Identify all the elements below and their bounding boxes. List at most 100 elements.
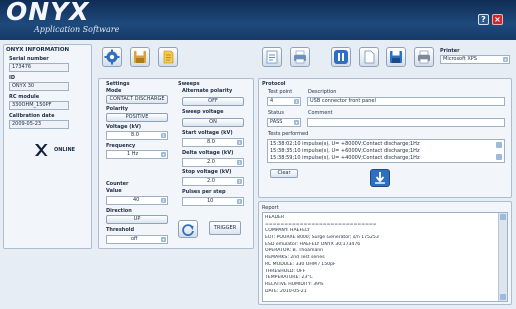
settings-gear-button[interactable] bbox=[102, 47, 122, 67]
stepper-arrows-icon[interactable]: ⇕ bbox=[237, 140, 242, 145]
trigger-button[interactable]: TRIGGER bbox=[209, 221, 241, 235]
id-value: ONYX 30 bbox=[9, 82, 69, 91]
list-item[interactable]: 15:38:02;10 impulse(s), U= +8000V;Contac… bbox=[270, 141, 490, 148]
scroll-up-icon[interactable] bbox=[496, 142, 502, 148]
start-voltage-stepper[interactable]: 8.0 ⇕ bbox=[182, 138, 244, 147]
frequency-select[interactable]: 1 Hz ▾ bbox=[106, 150, 168, 159]
report-line: EUT: POURXE 8000; Surge Generator; s/n 1… bbox=[265, 235, 379, 241]
status-value: PASS bbox=[270, 119, 283, 125]
pulses-per-step-label: Pulses per step bbox=[182, 189, 226, 195]
settings-gear-icon bbox=[104, 49, 120, 65]
settings-title: Settings bbox=[106, 81, 130, 87]
delta-voltage-value: 2.0 bbox=[207, 159, 215, 165]
printer-icon bbox=[418, 50, 430, 64]
report-scrollbar[interactable] bbox=[498, 213, 507, 301]
save-report-button[interactable] bbox=[386, 47, 406, 67]
rc-module-value: 330OHM_150PF bbox=[9, 101, 69, 110]
pause-button[interactable] bbox=[331, 47, 351, 67]
dropdown-arrow-icon[interactable]: ▾ bbox=[161, 237, 166, 242]
x-logo-icon bbox=[34, 143, 48, 157]
dropdown-arrow-icon[interactable]: ▾ bbox=[294, 120, 299, 125]
test-point-label: Test point bbox=[268, 89, 293, 95]
report-title: Report bbox=[262, 205, 279, 211]
report-line: RC MODULE: 330 OHM / 150pF bbox=[265, 261, 336, 267]
refresh-icon bbox=[182, 224, 194, 236]
report-line: ============================= bbox=[265, 221, 377, 227]
test-point-value: 4 bbox=[270, 98, 274, 104]
alternate-polarity-label: Alternate polarity bbox=[182, 88, 233, 94]
dropdown-arrow-icon[interactable]: ▾ bbox=[503, 57, 508, 62]
mode-button[interactable]: CONTACT DISCHARGE bbox=[106, 95, 168, 104]
polarity-button[interactable]: POSITIVE bbox=[106, 113, 168, 122]
info-title: ONYX INFORMATION bbox=[6, 47, 70, 53]
frequency-value: 1 Hz bbox=[127, 151, 139, 157]
printer-label: Printer bbox=[440, 48, 460, 54]
scroll-up-icon[interactable] bbox=[500, 214, 506, 220]
close-button[interactable]: × bbox=[492, 14, 503, 25]
stepper-arrows-icon[interactable]: ⇕ bbox=[237, 160, 242, 165]
download-button[interactable] bbox=[370, 169, 390, 187]
scroll-down-icon[interactable] bbox=[500, 294, 506, 300]
app-subtitle: Application Software bbox=[34, 25, 120, 34]
report-line: THRESHOLD: OFF bbox=[265, 268, 306, 274]
list-item[interactable]: 15:38:59;10 impulse(s), U= +4000V;Contac… bbox=[270, 155, 490, 162]
pulses-per-step-stepper[interactable]: 10 ⇕ bbox=[182, 197, 244, 206]
report-button[interactable] bbox=[262, 47, 282, 67]
pulses-per-step-value: 10 bbox=[207, 198, 214, 204]
comment-input[interactable] bbox=[307, 118, 505, 127]
frequency-label: Frequency bbox=[106, 143, 136, 149]
report-content: HEADER ============================= COM… bbox=[265, 215, 491, 295]
mode-label: Mode bbox=[106, 88, 122, 94]
counter-value-stepper[interactable]: 40 ⇕ bbox=[106, 196, 168, 205]
direction-button[interactable]: UP bbox=[106, 215, 168, 224]
stepper-arrows-icon[interactable]: ⇕ bbox=[237, 199, 242, 204]
stop-voltage-stepper[interactable]: 2.0 ⇕ bbox=[182, 177, 244, 186]
notes-button[interactable] bbox=[158, 47, 178, 67]
description-label: Description bbox=[308, 89, 337, 95]
id-label: ID bbox=[9, 75, 16, 81]
tests-performed-list[interactable]: 15:38:02;10 impulse(s), U= +8000V;Contac… bbox=[267, 139, 505, 163]
printer-select[interactable]: Microsoft XPS ▾ bbox=[440, 55, 510, 64]
serial-label: Serial number bbox=[9, 56, 49, 62]
scroll-down-icon[interactable] bbox=[496, 154, 502, 160]
dropdown-arrow-icon[interactable]: ▾ bbox=[161, 152, 166, 157]
report-line: ESD emulator: HAEFELY ONYX 30;173476 bbox=[265, 241, 361, 247]
counter-value-label: Value bbox=[106, 188, 122, 194]
save-settings-button[interactable] bbox=[130, 47, 150, 67]
floppy-save-icon bbox=[390, 51, 402, 63]
calibration-date-value: 2009-05-23 bbox=[9, 120, 69, 129]
report-line: RELATIVE HUMIDITY: 39% bbox=[265, 281, 324, 287]
stepper-arrows-icon[interactable]: ⇕ bbox=[161, 198, 166, 203]
stepper-arrows-icon[interactable]: ⇕ bbox=[237, 179, 242, 184]
voltage-value: 8.0 bbox=[131, 132, 139, 138]
help-button[interactable]: ? bbox=[478, 14, 489, 25]
stop-voltage-label: Stop voltage (kV) bbox=[182, 169, 232, 175]
threshold-select[interactable]: off ▾ bbox=[106, 235, 168, 244]
tests-performed-label: Tests performed bbox=[268, 131, 309, 137]
alternate-polarity-button[interactable]: OFF bbox=[182, 97, 244, 106]
new-document-icon bbox=[364, 50, 375, 64]
notes-icon bbox=[163, 50, 174, 64]
list-item[interactable]: 15:38:35;10 impulse(s), U= +6000V;Contac… bbox=[270, 148, 490, 155]
clear-button[interactable]: Clear bbox=[270, 169, 298, 178]
refresh-button[interactable] bbox=[178, 220, 198, 238]
delta-voltage-label: Delta voltage (kV) bbox=[182, 150, 234, 156]
delta-voltage-stepper[interactable]: 2.0 ⇕ bbox=[182, 158, 244, 167]
voltage-stepper[interactable]: 8.0 ⇕ bbox=[106, 131, 168, 140]
counter-title: Counter bbox=[106, 181, 129, 187]
new-document-button[interactable] bbox=[359, 47, 379, 67]
status-select[interactable]: PASS ▾ bbox=[267, 118, 301, 127]
threshold-label: Threshold bbox=[106, 227, 135, 233]
test-point-stepper[interactable]: 4 ⇕ bbox=[267, 97, 301, 106]
stepper-arrows-icon[interactable]: ⇕ bbox=[294, 99, 299, 104]
stepper-arrows-icon[interactable]: ⇕ bbox=[161, 133, 166, 138]
print-report-button[interactable] bbox=[290, 47, 310, 67]
report-text-area[interactable]: HEADER ============================= COM… bbox=[262, 212, 508, 302]
description-input[interactable]: USB connector front panel bbox=[307, 97, 505, 106]
threshold-value: off bbox=[131, 236, 138, 242]
printer-setup-button[interactable] bbox=[414, 47, 434, 67]
serial-value: 173476 bbox=[9, 63, 69, 72]
report-header-line: HEADER bbox=[265, 215, 285, 220]
status-label: Status bbox=[268, 110, 284, 116]
sweep-voltage-button[interactable]: ON bbox=[182, 118, 244, 127]
